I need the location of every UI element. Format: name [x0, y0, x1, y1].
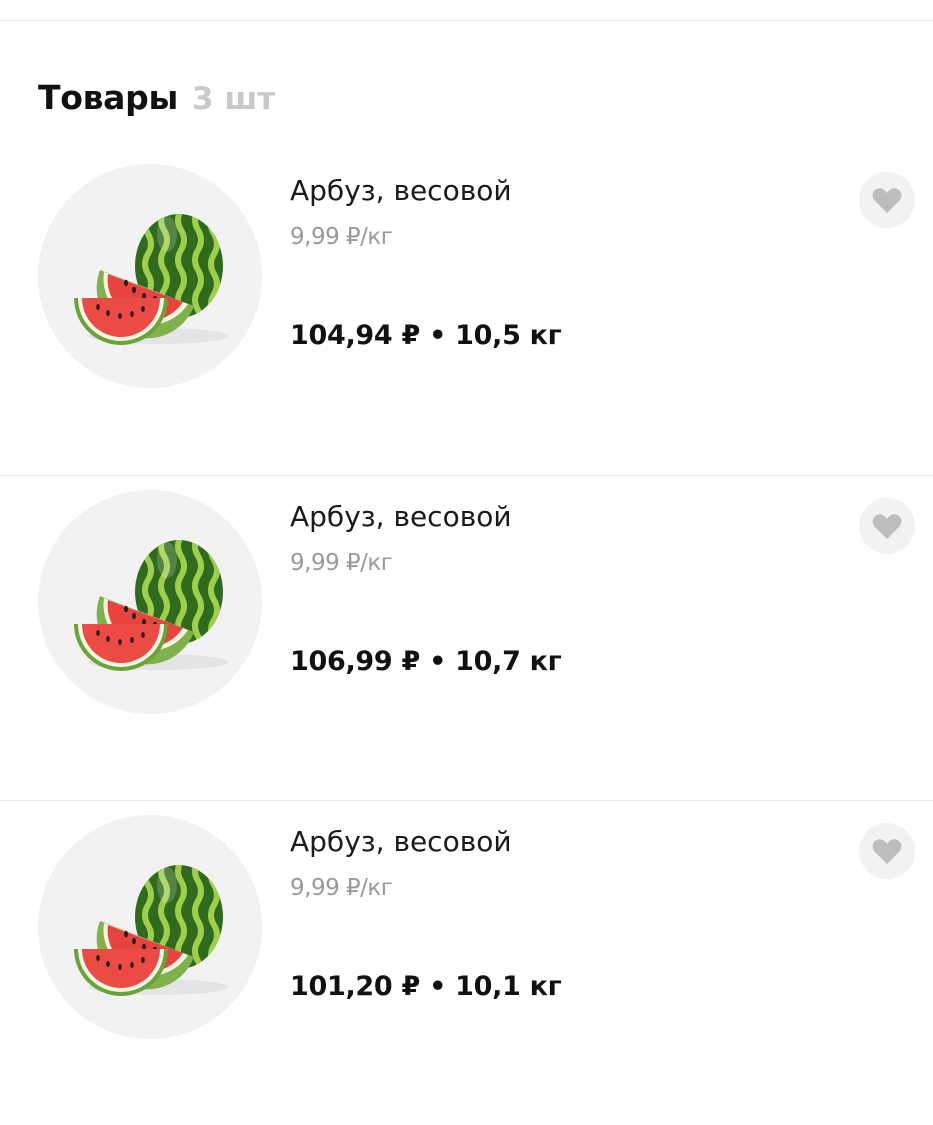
item-count: 3 шт	[192, 81, 276, 117]
section-title: Товары	[38, 78, 178, 117]
product-image[interactable]	[38, 815, 262, 1039]
product-image[interactable]	[38, 490, 262, 714]
product-card[interactable]: Арбуз, весовой 9,99 ₽/кг 101,20 ₽ • 10,1…	[0, 800, 933, 1125]
total-price-weight: 106,99 ₽ • 10,7 кг	[290, 646, 562, 677]
product-image[interactable]	[38, 164, 262, 388]
product-name[interactable]: Арбуз, весовой	[290, 500, 512, 533]
watermelon-image	[74, 214, 228, 345]
product-name[interactable]: Арбуз, весовой	[290, 174, 512, 207]
total-price-weight: 101,20 ₽ • 10,1 кг	[290, 971, 562, 1002]
heart-icon	[872, 513, 902, 539]
product-card[interactable]: Арбуз, весовой 9,99 ₽/кг 106,99 ₽ • 10,7…	[0, 475, 933, 800]
top-divider	[0, 20, 933, 21]
watermelon-image	[74, 865, 228, 996]
product-name[interactable]: Арбуз, весовой	[290, 825, 512, 858]
favorite-button[interactable]	[859, 823, 915, 879]
product-list: Арбуз, весовой 9,99 ₽/кг 104,94 ₽ • 10,5…	[0, 150, 933, 1125]
watermelon-image	[74, 540, 228, 671]
total-price-weight: 104,94 ₽ • 10,5 кг	[290, 320, 562, 351]
favorite-button[interactable]	[859, 498, 915, 554]
section-header: Товары 3 шт	[38, 78, 275, 122]
unit-price: 9,99 ₽/кг	[290, 224, 393, 250]
unit-price: 9,99 ₽/кг	[290, 550, 393, 576]
heart-icon	[872, 838, 902, 864]
favorite-button[interactable]	[859, 172, 915, 228]
heart-icon	[872, 187, 902, 213]
product-card[interactable]: Арбуз, весовой 9,99 ₽/кг 104,94 ₽ • 10,5…	[0, 150, 933, 475]
unit-price: 9,99 ₽/кг	[290, 875, 393, 901]
